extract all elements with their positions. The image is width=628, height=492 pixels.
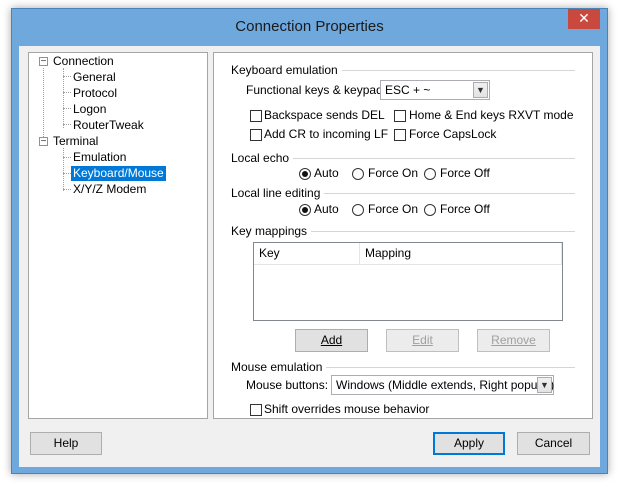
tree-connector — [63, 148, 64, 191]
line-editing-auto-label: Auto — [314, 202, 339, 216]
chevron-down-icon[interactable]: ▼ — [473, 82, 488, 98]
functional-keys-combo[interactable]: ESC + ~ ▼ — [380, 80, 490, 100]
tree-connector — [63, 157, 71, 158]
local-echo-force-on-radio[interactable] — [352, 168, 364, 180]
tree-connector — [63, 68, 64, 128]
chevron-down-icon[interactable]: ▼ — [537, 377, 552, 393]
key-mappings-list[interactable]: Key Mapping — [253, 242, 563, 321]
connection-properties-window: Connection Properties ✕ − Connection Gen… — [11, 8, 608, 474]
keyboard-emulation-group: Keyboard emulation — [231, 63, 575, 77]
backspace-del-label: Backspace sends DEL — [264, 108, 385, 122]
force-capslock-label: Force CapsLock — [409, 127, 497, 141]
close-icon: ✕ — [578, 10, 590, 26]
tree-connector — [63, 189, 71, 190]
line-editing-force-off-label: Force Off — [440, 202, 490, 216]
dialog-client-area: − Connection General Protocol Logon Rout… — [19, 46, 600, 467]
line-editing-force-off-radio[interactable] — [424, 204, 436, 216]
add-cr-lf-checkbox[interactable] — [250, 129, 262, 141]
category-tree[interactable]: − Connection General Protocol Logon Rout… — [28, 52, 208, 419]
title-bar[interactable]: Connection Properties ✕ — [12, 9, 607, 45]
add-button[interactable]: Add — [295, 329, 368, 352]
edit-button-label: Edit — [412, 333, 433, 347]
line-editing-force-on-radio[interactable] — [352, 204, 364, 216]
home-end-rxvt-checkbox[interactable] — [394, 110, 406, 122]
force-capslock-checkbox[interactable] — [394, 129, 406, 141]
tree-item-protocol[interactable]: Protocol — [73, 86, 117, 101]
tree-connector — [63, 76, 71, 77]
home-end-rxvt-label: Home & End keys RXVT mode — [409, 108, 574, 122]
local-line-editing-label: Local line editing — [231, 186, 325, 200]
local-echo-auto-label: Auto — [314, 166, 339, 180]
edit-button[interactable]: Edit — [386, 329, 459, 352]
tree-item-connection[interactable]: Connection — [53, 54, 114, 69]
local-line-editing-group: Local line editing — [231, 186, 575, 200]
minus-box-icon[interactable]: − — [39, 137, 48, 147]
key-mappings-label: Key mappings — [231, 224, 312, 238]
help-button[interactable]: Help — [30, 432, 102, 455]
local-echo-force-on-label: Force On — [368, 166, 419, 180]
line-editing-force-on-label: Force On — [368, 202, 419, 216]
backspace-del-checkbox[interactable] — [250, 110, 262, 122]
functional-keys-value: ESC + ~ — [385, 83, 431, 97]
tree-item-general[interactable]: General — [73, 70, 116, 85]
local-echo-group: Local echo — [231, 151, 575, 165]
tree-connector — [63, 92, 71, 93]
add-cr-lf-label: Add CR to incoming LF — [264, 127, 389, 141]
mouse-emulation-group: Mouse emulation — [231, 360, 575, 374]
settings-panel: Keyboard emulation Functional keys & key… — [213, 52, 593, 419]
close-button[interactable]: ✕ — [568, 9, 600, 29]
tree-item-keyboard-mouse[interactable]: Keyboard/Mouse — [71, 166, 166, 181]
tree-connector — [43, 68, 44, 143]
tree-item-routertweak[interactable]: RouterTweak — [73, 118, 144, 133]
mouse-buttons-combo[interactable]: Windows (Middle extends, Right popups) ▼ — [331, 375, 554, 395]
shift-overrides-label: Shift overrides mouse behavior — [264, 402, 430, 416]
column-header-mapping[interactable]: Mapping — [360, 243, 562, 265]
mouse-buttons-value: Windows (Middle extends, Right popups) — [336, 378, 555, 392]
tree-connector — [63, 124, 71, 125]
local-echo-force-off-radio[interactable] — [424, 168, 436, 180]
keyboard-emulation-label: Keyboard emulation — [231, 63, 342, 77]
local-echo-label: Local echo — [231, 151, 294, 165]
column-header-key[interactable]: Key — [254, 243, 360, 265]
add-button-label: Add — [320, 333, 343, 347]
shift-overrides-checkbox[interactable] — [250, 404, 262, 416]
tree-connector — [63, 108, 71, 109]
tree-item-terminal[interactable]: Terminal — [53, 134, 98, 149]
tree-item-logon[interactable]: Logon — [73, 102, 106, 117]
minus-box-icon[interactable]: − — [39, 57, 48, 67]
apply-button[interactable]: Apply — [433, 432, 505, 455]
mouse-buttons-label: Mouse buttons: — [246, 378, 329, 392]
functional-keys-label: Functional keys & keypad: — [246, 83, 387, 97]
tree-item-xyz-modem[interactable]: X/Y/Z Modem — [73, 182, 146, 197]
mouse-emulation-label: Mouse emulation — [231, 360, 327, 374]
window-title: Connection Properties — [235, 18, 384, 35]
tree-item-emulation[interactable]: Emulation — [73, 150, 126, 165]
cancel-button[interactable]: Cancel — [517, 432, 590, 455]
remove-button[interactable]: Remove — [477, 329, 550, 352]
tree-connector — [63, 173, 71, 174]
local-echo-auto-radio[interactable] — [299, 168, 311, 180]
line-editing-auto-radio[interactable] — [299, 204, 311, 216]
remove-button-label: Remove — [491, 333, 536, 347]
key-mappings-group: Key mappings — [231, 224, 575, 238]
local-echo-force-off-label: Force Off — [440, 166, 490, 180]
